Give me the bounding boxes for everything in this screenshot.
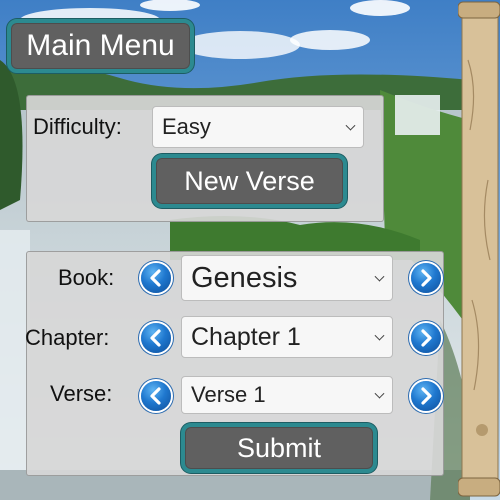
chevron-down-icon xyxy=(345,120,356,131)
chevron-right-icon xyxy=(421,269,432,287)
chapter-prev-button[interactable] xyxy=(141,323,171,353)
parchment-scroll xyxy=(458,1,500,497)
verse-prev-button[interactable] xyxy=(141,381,171,411)
new-verse-label: New Verse xyxy=(184,165,315,196)
difficulty-dropdown[interactable]: Easy xyxy=(152,106,364,148)
main-menu-button[interactable]: Main Menu xyxy=(7,19,194,73)
book-label: Book: xyxy=(58,265,115,290)
chapter-selected: Chapter 1 xyxy=(191,322,301,351)
chapter-label: Chapter: xyxy=(25,325,110,350)
chevron-down-icon xyxy=(374,271,385,282)
chevron-left-icon xyxy=(150,329,161,347)
difficulty-label: Difficulty: xyxy=(33,114,122,139)
verse-dropdown[interactable]: Verse 1 xyxy=(181,376,393,414)
chevron-down-icon xyxy=(374,330,385,341)
chevron-right-icon xyxy=(421,387,432,405)
book-selected: Genesis xyxy=(191,261,298,294)
chapter-dropdown[interactable]: Chapter 1 xyxy=(181,316,393,358)
verse-selected: Verse 1 xyxy=(191,382,266,407)
main-menu-label: Main Menu xyxy=(26,29,175,62)
chapter-next-button[interactable] xyxy=(411,323,441,353)
book-prev-button[interactable] xyxy=(141,263,171,293)
verse-next-button[interactable] xyxy=(411,381,441,411)
submit-label: Submit xyxy=(236,432,322,463)
book-next-button[interactable] xyxy=(411,263,441,293)
verse-label: Verse: xyxy=(50,381,113,406)
chevron-left-icon xyxy=(150,269,161,287)
chevron-down-icon xyxy=(374,388,385,399)
submit-button[interactable]: Submit xyxy=(181,423,377,473)
chevron-left-icon xyxy=(150,387,161,405)
chevron-right-icon xyxy=(421,329,432,347)
difficulty-selected: Easy xyxy=(162,114,211,139)
book-dropdown[interactable]: Genesis xyxy=(181,255,393,301)
new-verse-button[interactable]: New Verse xyxy=(152,154,347,208)
